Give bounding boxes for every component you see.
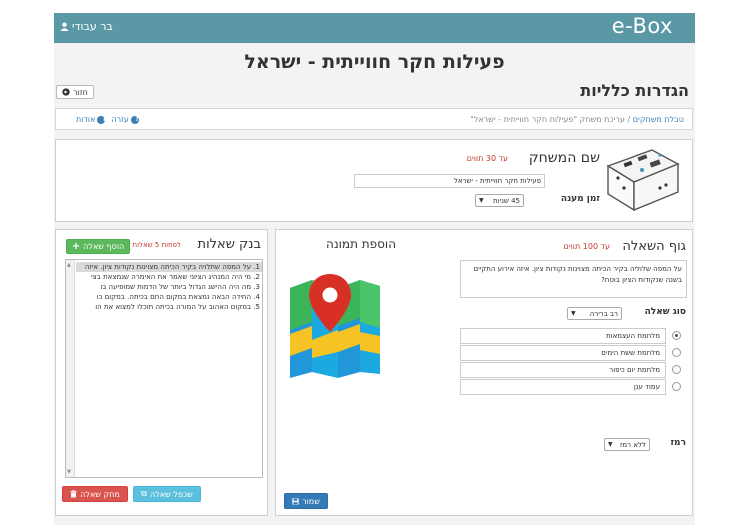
answer-input-2[interactable]: מלחמת ששת הימים <box>460 345 666 361</box>
duplicate-question-button[interactable]: שכפל שאלה ⧉ <box>133 486 201 502</box>
question-panel: גוף השאלה עד 100 תווים הוספת תמונה על המ… <box>275 229 693 516</box>
duplicate-question-label: שכפל שאלה <box>149 489 193 499</box>
plus-icon: + <box>71 241 81 252</box>
scroll-down-icon[interactable]: ▼ <box>67 469 71 475</box>
game-settings-panel: שם המשחק עד 30 תווים פעילות חקר חווייתית… <box>55 139 693 222</box>
delete-question-button[interactable]: מחק שאלה <box>62 486 128 502</box>
hint-select[interactable]: ללא רמז ▼ <box>604 438 650 451</box>
answer-radio-3[interactable] <box>672 365 681 374</box>
list-scrollbar[interactable]: ▲ ▼ <box>66 260 75 477</box>
question-list[interactable]: ▲ ▼ 1. על המפה שתלויה בקיר הכיתה מצוינות… <box>65 259 263 478</box>
back-label: חזור <box>73 87 88 97</box>
caret-down-icon: ▼ <box>571 310 576 317</box>
save-label: שמור <box>302 496 320 506</box>
question-list-item-2[interactable]: 2. מי היה המנהיג הציוני שאמר את האימרה ש… <box>76 272 262 282</box>
time-select[interactable]: 45 שניות ▼ <box>475 194 524 207</box>
breadcrumb-separator: / <box>627 115 631 124</box>
question-type-select[interactable]: רב ברירה ▼ <box>567 307 622 320</box>
help-link[interactable]: ? עזרה <box>111 115 139 124</box>
user-menu[interactable]: בר עבודי <box>60 20 113 33</box>
time-label: זמן מענה <box>560 194 600 204</box>
top-bar: בר עבודי e-Box <box>54 13 695 43</box>
add-question-label: הוסף שאלה <box>83 242 125 251</box>
question-list-item-1[interactable]: 1. על המפה שתלויה בקיר הכיתה מצוינות נקו… <box>76 262 262 272</box>
breadcrumb-root-link[interactable]: טבלת משחקים <box>633 115 684 124</box>
answer-radio-4[interactable] <box>672 382 681 391</box>
answer-input-4[interactable]: עמוד ענן <box>460 379 666 395</box>
answer-radio-1[interactable] <box>672 331 681 340</box>
scroll-up-icon[interactable]: ▲ <box>67 262 71 268</box>
breadcrumb-current: עריכת משחק "פעילות חקר חווייתית - ישראל" <box>470 115 625 124</box>
add-question-button[interactable]: הוסף שאלה + <box>66 239 130 254</box>
info-circle-icon: i <box>97 115 106 124</box>
user-name: בר עבודי <box>72 20 113 33</box>
app-logo: e-Box <box>611 14 673 38</box>
game-name-input[interactable]: פעילות חקר חווייתית - ישראל <box>354 174 545 188</box>
breadcrumb: טבלת משחקים / עריכת משחק "פעילות חקר חוו… <box>55 108 693 130</box>
answer-radio-2[interactable] <box>672 348 681 357</box>
question-list-item-4[interactable]: 4. החידה הבאה נמצאת במקום החם בכיתה. במק… <box>76 292 262 302</box>
user-icon <box>60 22 69 31</box>
question-body-textarea[interactable]: על המפה שלוליה בקיר הכיתה מצוינות נקודות… <box>460 260 687 298</box>
copy-icon: ⧉ <box>141 489 147 498</box>
caret-down-icon: ▼ <box>479 197 484 204</box>
about-link[interactable]: i אודות <box>76 115 106 124</box>
question-list-item-5[interactable]: 5. במקום האהוב על המורה בכיתה תוכלו למצו… <box>76 302 262 312</box>
section-title: הגדרות כלליות <box>580 81 689 100</box>
question-list-item-3[interactable]: 3. מה היה ההישג הגדול ביותר של הדמות שמו… <box>76 282 262 292</box>
trash-icon <box>70 490 77 498</box>
floppy-disk-icon <box>292 497 299 505</box>
question-circle-icon: ? <box>130 115 139 124</box>
answer-input-3[interactable]: מלחמת יום כיפור <box>460 362 666 378</box>
question-type-label: סוג שאלה <box>644 307 686 317</box>
page-title: פעילות חקר חווייתית - ישראל <box>244 51 505 73</box>
add-image-title: הוספת תמונה <box>326 237 397 251</box>
hint-label: רמז <box>670 438 686 448</box>
question-body-limit: עד 100 תווים <box>563 242 610 251</box>
game-box-icon <box>602 144 682 220</box>
question-type-value: רב ברירה <box>589 309 618 318</box>
question-body-title: גוף השאלה <box>622 239 686 254</box>
answer-input-1[interactable]: מלחמת העצמאות <box>460 328 666 344</box>
caret-down-icon: ▼ <box>608 441 613 448</box>
delete-question-label: מחק שאלה <box>80 489 120 499</box>
game-name-label: שם המשחק <box>528 150 600 166</box>
hint-select-value: ללא רמז <box>620 440 646 449</box>
arrow-circle-left-icon <box>62 88 70 96</box>
question-bank-panel: בנק שאלות לפחות 5 שאלות הוסף שאלה + ▲ ▼ … <box>55 229 268 516</box>
time-select-value: 45 שניות <box>493 196 520 205</box>
page-content: פעילות חקר חווייתית - ישראל הגדרות כלליו… <box>54 43 695 525</box>
question-bank-limit: לפחות 5 שאלות <box>132 241 181 249</box>
back-button[interactable]: חזור <box>56 85 94 99</box>
game-name-limit: עד 30 תווים <box>466 154 508 163</box>
question-bank-title: בנק שאלות <box>197 237 261 252</box>
map-pin-icon[interactable] <box>288 270 381 384</box>
save-button[interactable]: שמור <box>284 493 328 509</box>
